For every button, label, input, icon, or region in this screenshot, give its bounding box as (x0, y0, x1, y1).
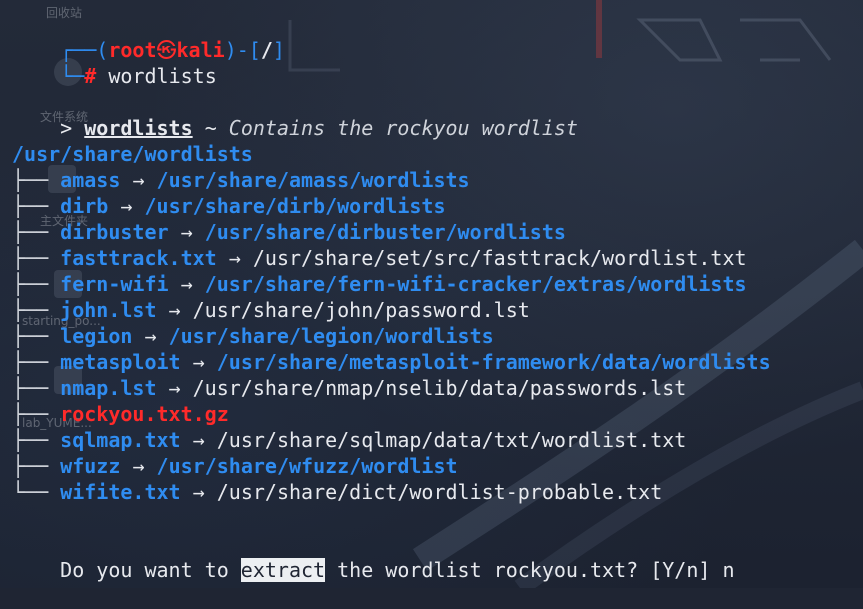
prompt-line: ┌──(root㉿kali)-[/] (12, 11, 285, 62)
tree-entry: ├── fasttrack.txt → /usr/share/set/src/f… (12, 245, 747, 271)
entry-name[interactable]: wfuzz (60, 454, 120, 478)
question-highlight: extract (240, 558, 326, 582)
tree-entry: ├── sqlmap.txt → /usr/share/sqlmap/data/… (12, 427, 686, 453)
tree-entry: └── wifite.txt → /usr/share/dict/wordlis… (12, 479, 662, 505)
question-before: Do you want to (60, 558, 241, 582)
header-name: wordlists (84, 116, 193, 140)
tree-branch: ├── (12, 428, 49, 452)
tree-branch: ├── (12, 324, 49, 348)
symlink-arrow: → (180, 220, 193, 244)
symlink-target[interactable]: /usr/share/set/src/fasttrack/wordlist.tx… (253, 246, 747, 270)
symlink-arrow: → (144, 324, 157, 348)
entry-name[interactable]: nmap.lst (60, 376, 156, 400)
symlink-arrow: → (192, 480, 205, 504)
entry-name[interactable]: sqlmap.txt (60, 428, 180, 452)
tree-entry: ├── wfuzz → /usr/share/wfuzz/wordlist (12, 453, 458, 479)
symlink-target[interactable]: /usr/share/metasploit-framework/data/wor… (217, 350, 771, 374)
tree-entry: ├── amass → /usr/share/amass/wordlists (12, 167, 470, 193)
symlink-target[interactable]: /usr/share/wfuzz/wordlist (157, 454, 458, 478)
entry-name[interactable]: rockyou.txt.gz (60, 402, 229, 426)
symlink-arrow: → (192, 350, 205, 374)
tree-branch: ├── (12, 194, 49, 218)
symlink-arrow: → (168, 376, 181, 400)
tree-branch: ├── (12, 220, 49, 244)
symlink-target[interactable]: /usr/share/dirb/wordlists (144, 194, 445, 218)
entry-name[interactable]: fasttrack.txt (60, 246, 217, 270)
extract-prompt: Do you want to extract the wordlist rock… (12, 531, 735, 582)
wordlists-header: > wordlists ~ Contains the rockyou wordl… (12, 89, 578, 140)
question-after: the wordlist rockyou.txt? [Y/n] (325, 558, 723, 582)
entry-name[interactable]: metasploit (60, 350, 180, 374)
symlink-target[interactable]: /usr/share/sqlmap/data/txt/wordlist.txt (217, 428, 687, 452)
prompt-cwd: / (260, 38, 273, 62)
tree-root-dir: /usr/share/wordlists (12, 142, 253, 166)
prompt-frame-mid: )-[ (224, 38, 261, 62)
symlink-arrow: → (132, 454, 145, 478)
prompt-hash: # (84, 64, 97, 88)
symlink-arrow: → (180, 272, 193, 296)
header-arrow: > (60, 116, 73, 140)
entry-name[interactable]: dirbuster (60, 220, 168, 244)
tree-entry: ├── dirbuster → /usr/share/dirbuster/wor… (12, 219, 566, 245)
tree-branch: ├── (12, 376, 49, 400)
symlink-target[interactable]: /usr/share/dict/wordlist-probable.txt (217, 480, 663, 504)
tree-entry: ├── metasploit → /usr/share/metasploit-f… (12, 349, 771, 375)
tree-branch: ├── (12, 350, 49, 374)
symlink-arrow: → (132, 168, 145, 192)
tree-branch: ├── (12, 454, 49, 478)
header-sep: ~ (204, 116, 217, 140)
tree-entry: ├── rockyou.txt.gz (12, 401, 229, 427)
symlink-arrow: → (228, 246, 241, 270)
tree-entry: ├── legion → /usr/share/legion/wordlists (12, 323, 494, 349)
terminal-window[interactable]: ┌──(root㉿kali)-[/] └─# wordlists > wordl… (0, 0, 863, 588)
symlink-arrow: → (120, 194, 133, 218)
symlink-target[interactable]: /usr/share/fern-wifi-cracker/extras/word… (205, 272, 747, 296)
tree-branch: ├── (12, 246, 49, 270)
command-text: wordlists (108, 64, 217, 88)
tree-branch: ├── (12, 168, 49, 192)
question-answer[interactable]: n (722, 558, 734, 582)
symlink-target[interactable]: /usr/share/nmap/nselib/data/passwords.ls… (193, 376, 687, 400)
symlink-target[interactable]: /usr/share/john/password.lst (193, 298, 530, 322)
tree-branch: └── (12, 480, 49, 504)
tree-branch: ├── (12, 402, 49, 426)
symlink-target[interactable]: /usr/share/legion/wordlists (169, 324, 494, 348)
tree-entry: ├── fern-wifi → /usr/share/fern-wifi-cra… (12, 271, 747, 297)
entry-name[interactable]: fern-wifi (60, 272, 168, 296)
tree-branch: ├── (12, 272, 49, 296)
entry-name[interactable]: legion (60, 324, 132, 348)
symlink-arrow: → (168, 298, 181, 322)
symlink-target[interactable]: /usr/share/amass/wordlists (157, 168, 470, 192)
tree-entry: ├── nmap.lst → /usr/share/nmap/nselib/da… (12, 375, 686, 401)
entry-name[interactable]: wifite.txt (60, 480, 180, 504)
prompt-frame-bottom: └─ (60, 64, 85, 88)
command-line: └─# wordlists (12, 37, 217, 88)
tree-branch: ├── (12, 298, 49, 322)
tree-entry: ├── dirb → /usr/share/dirb/wordlists (12, 193, 446, 219)
entry-name[interactable]: amass (60, 168, 120, 192)
header-description: Contains the rockyou wordlist (228, 116, 578, 140)
symlink-target[interactable]: /usr/share/dirbuster/wordlists (205, 220, 566, 244)
tree-entry: ├── john.lst → /usr/share/john/password.… (12, 297, 530, 323)
entry-name[interactable]: john.lst (60, 298, 156, 322)
prompt-frame-right: ] (272, 38, 285, 62)
entry-name[interactable]: dirb (60, 194, 108, 218)
symlink-arrow: → (192, 428, 205, 452)
